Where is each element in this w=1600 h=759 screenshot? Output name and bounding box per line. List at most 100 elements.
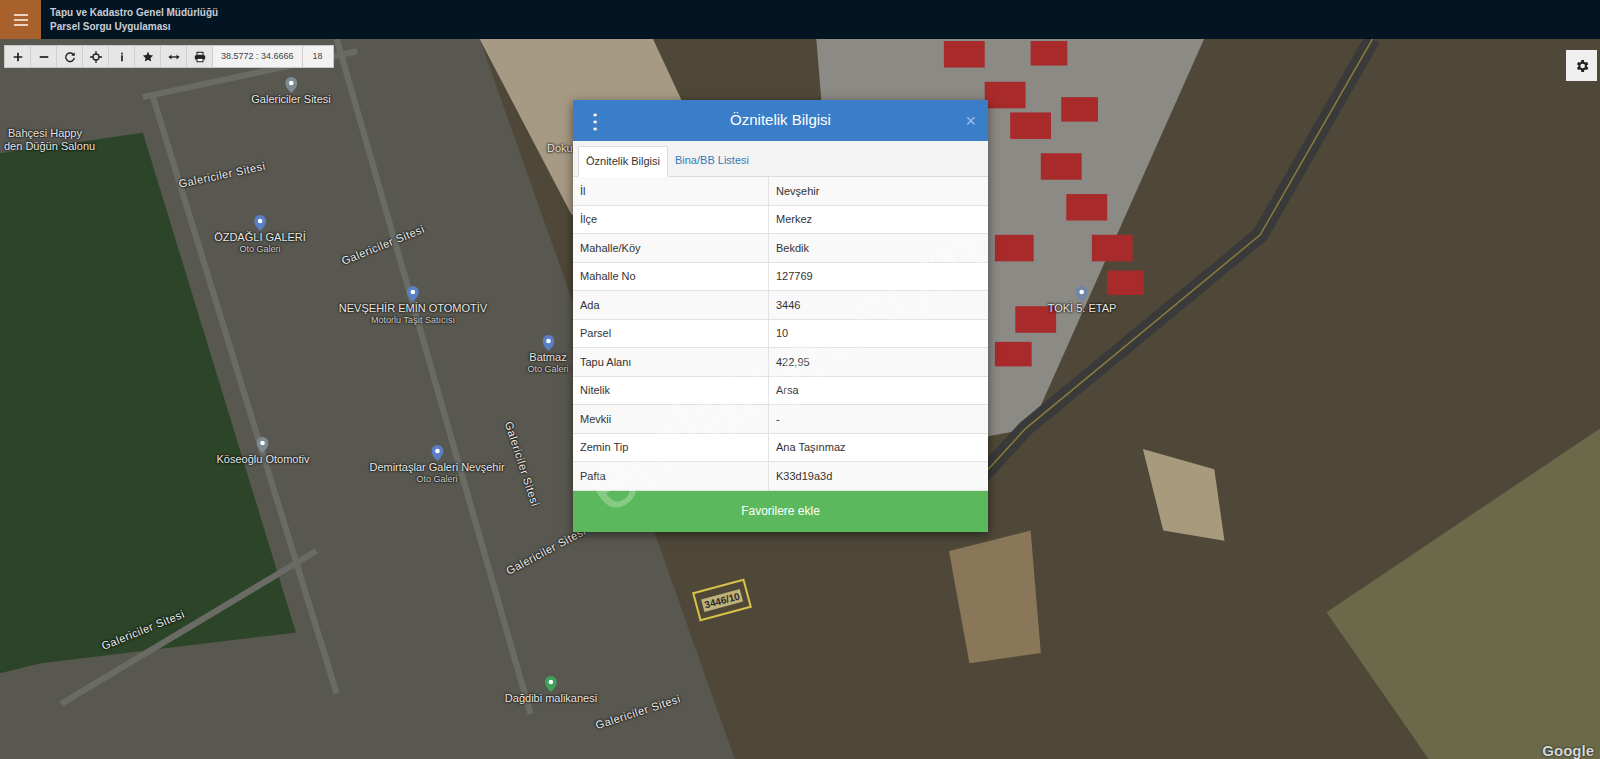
attribute-label: Nitelik — [573, 377, 769, 405]
plus-button[interactable] — [5, 46, 31, 67]
attribute-row: PaftaK33d19a3d — [573, 462, 988, 491]
map-place[interactable]: ÖZDAĞLI GALERİOto Galeri — [214, 215, 306, 255]
map-toolbar: 38.5772 : 34.666618 — [4, 45, 334, 68]
dialog-tab[interactable]: Öznitelik Bilgisi — [578, 146, 668, 177]
attribute-value: 3446 — [769, 291, 988, 319]
app-header: Tapu ve Kadastro Genel Müdürlüğü Parsel … — [0, 0, 1600, 39]
print-button[interactable] — [187, 46, 213, 67]
attribute-label: Pafta — [573, 462, 769, 490]
attribute-row: Tapu Alanı422,95 — [573, 348, 988, 377]
place-category: Motorlu Taşıt Satıcısı — [371, 315, 455, 326]
attribute-value: Bekdik — [769, 234, 988, 262]
google-logo: Google — [1542, 740, 1594, 759]
minus-icon — [38, 51, 50, 63]
gear-icon — [1574, 58, 1590, 74]
attribute-label: Mahalle/Köy — [573, 234, 769, 262]
measure-button[interactable] — [161, 46, 187, 67]
subtitle: Parsel Sorgu Uygulaması — [50, 20, 218, 34]
locate-button[interactable] — [83, 46, 109, 67]
add-favorite-button[interactable]: Favorilere ekle — [573, 491, 988, 532]
map-place[interactable]: Demirtaşlar Galeri NevşehirOto Galeri — [369, 445, 504, 485]
place-name: TOKİ 5. ETAP — [1048, 302, 1117, 315]
place-name: Batmaz — [529, 351, 566, 364]
zoom-level: 18 — [303, 46, 333, 67]
attribute-value: Ana Taşınmaz — [769, 434, 988, 462]
measure-icon — [168, 51, 180, 63]
attribute-value: - — [769, 405, 988, 433]
place-category: Oto Galeri — [239, 244, 280, 255]
refresh-button[interactable] — [57, 46, 83, 67]
hamburger-icon — [14, 14, 28, 26]
close-button[interactable]: × — [956, 112, 976, 130]
attribute-value: Arsa — [769, 377, 988, 405]
attribute-label: İlçe — [573, 206, 769, 234]
road-label: Galericiler Sitesi — [177, 158, 267, 193]
attribute-row: Mahalle No127769 — [573, 263, 988, 292]
print-icon — [194, 51, 206, 63]
attribute-dialog: ⋮ Öznitelik Bilgisi × Öznitelik BilgisiB… — [573, 100, 988, 532]
map[interactable]: Galericiler SitesiBahçesi Happyden Düğün… — [0, 39, 1600, 759]
map-pin-icon — [254, 215, 266, 231]
info-icon — [116, 51, 128, 63]
attribute-label: İl — [573, 177, 769, 205]
road-label: Galericiler Sitesi — [593, 690, 682, 733]
place-name: Köseoğlu Otomotiv — [217, 453, 310, 466]
attribute-label: Mahalle No — [573, 263, 769, 291]
map-place[interactable]: Köseoğlu Otomotiv — [217, 437, 310, 466]
attribute-value: Nevşehir — [769, 177, 988, 205]
watermark: emlakjet.com — [561, 194, 1010, 542]
menu-button[interactable] — [0, 0, 41, 39]
settings-button[interactable] — [1566, 50, 1597, 81]
kebab-menu-icon[interactable]: ⋮ — [585, 111, 605, 131]
place-name: ÖZDAĞLI GALERİ — [214, 231, 306, 244]
dialog-title: Öznitelik Bilgisi — [605, 109, 956, 132]
attribute-row: Zemin TipAna Taşınmaz — [573, 434, 988, 463]
place-name: Galericiler Sitesi — [251, 93, 330, 106]
place-name: Demirtaşlar Galeri Nevşehir — [369, 461, 504, 474]
map-place[interactable]: Galericiler Sitesi — [251, 77, 330, 106]
map-label: Doku — [547, 140, 573, 157]
attribute-value: 10 — [769, 320, 988, 348]
attribute-label: Parsel — [573, 320, 769, 348]
star-icon — [142, 51, 154, 63]
attribute-row: NitelikArsa — [573, 377, 988, 406]
road-label: Galericiler Sitesi — [500, 419, 543, 508]
attribute-row: Mevkii- — [573, 405, 988, 434]
map-pin-icon — [1076, 286, 1088, 302]
dialog-tab[interactable]: Bina/BB Listesi — [668, 145, 756, 176]
map-place[interactable]: BatmazOto Galeri — [527, 335, 568, 375]
attribute-label: Mevkii — [573, 405, 769, 433]
info-button[interactable] — [109, 46, 135, 67]
plus-icon — [12, 51, 24, 63]
star-button[interactable] — [135, 46, 161, 67]
map-pin-icon — [542, 335, 554, 351]
map-pin-icon — [257, 437, 269, 453]
road-label: Galericiler Sitesi — [99, 606, 187, 654]
attribute-label: Ada — [573, 291, 769, 319]
map-pin-icon — [431, 445, 443, 461]
map-place[interactable]: TOKİ 5. ETAP — [1048, 286, 1117, 315]
attribute-value: K33d19a3d — [769, 462, 988, 490]
attribute-row: Mahalle/KöyBekdik — [573, 234, 988, 263]
map-pin-icon — [285, 77, 297, 93]
dialog-tabs: Öznitelik BilgisiBina/BB Listesi — [573, 141, 988, 177]
minus-button[interactable] — [31, 46, 57, 67]
place-name: Dağdibi malikanesi — [505, 692, 597, 705]
attribute-value: 127769 — [769, 263, 988, 291]
map-label: Bahçesi Happy — [8, 125, 82, 142]
map-place[interactable]: Dağdibi malikanesi — [505, 676, 597, 705]
attribute-label: Zemin Tip — [573, 434, 769, 462]
title: Tapu ve Kadastro Genel Müdürlüğü — [50, 6, 218, 20]
attribute-label: Tapu Alanı — [573, 348, 769, 376]
app-title: Tapu ve Kadastro Genel Müdürlüğü Parsel … — [41, 0, 218, 39]
place-category: Oto Galeri — [527, 364, 568, 375]
dialog-header: ⋮ Öznitelik Bilgisi × — [573, 100, 988, 141]
map-pin-icon — [545, 676, 557, 692]
map-place[interactable]: NEVŞEHİR EMİN OTOMOTİVMotorlu Taşıt Satı… — [339, 286, 487, 326]
coordinate-display: 38.5772 : 34.6666 — [213, 46, 303, 67]
locate-icon — [90, 51, 102, 63]
parcel-label: 3446/10 — [701, 589, 743, 612]
refresh-icon — [64, 51, 76, 63]
road-label: Galericiler Sitesi — [339, 221, 427, 269]
place-name: NEVŞEHİR EMİN OTOMOTİV — [339, 302, 487, 315]
